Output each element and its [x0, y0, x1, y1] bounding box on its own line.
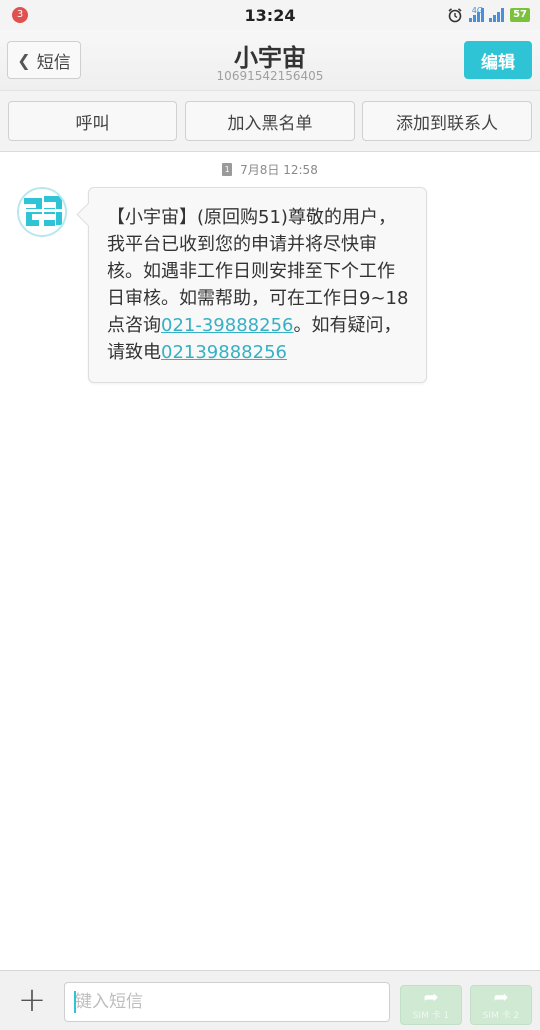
timestamp-text: 7月8日 12:58 — [240, 163, 318, 177]
call-button[interactable]: 呼叫 — [8, 101, 177, 141]
status-bar: 3 13:24 4G 57 — [0, 0, 540, 30]
avatar-logo-icon — [19, 196, 65, 226]
edit-button[interactable]: 编辑 — [464, 41, 532, 79]
send-icon: ➦ — [423, 987, 439, 1008]
message-bubble[interactable]: 【小宇宙】(原回购51)尊敬的用户，我平台已收到您的申请并将尽快审核。如遇非工作… — [88, 187, 427, 383]
blacklist-button[interactable]: 加入黑名单 — [185, 101, 355, 141]
send-icon: ➦ — [493, 987, 509, 1008]
send-sim2-label: SIM 卡 2 — [482, 1011, 520, 1021]
status-time: 13:24 — [244, 6, 296, 25]
composer-bar: + ➦ SIM 卡 1 ➦ SIM 卡 2 — [0, 970, 540, 1030]
phone-link-1[interactable]: 021-39888256 — [161, 315, 293, 336]
action-row: 呼叫 加入黑名单 添加到联系人 — [0, 90, 540, 152]
phone-link-2[interactable]: 02139888256 — [161, 342, 287, 363]
text-cursor — [74, 991, 76, 1013]
send-sim1-label: SIM 卡 1 — [412, 1011, 450, 1021]
plus-icon[interactable]: + — [14, 983, 50, 1019]
contact-name: 小宇宙 — [234, 44, 306, 72]
avatar[interactable] — [17, 187, 67, 237]
add-contact-button[interactable]: 添加到联系人 — [362, 101, 532, 141]
send-sim1-button[interactable]: ➦ SIM 卡 1 — [400, 985, 462, 1025]
message-input[interactable] — [64, 982, 390, 1022]
contact-number: 10691542156405 — [216, 69, 324, 83]
sms-icon: 1 — [222, 163, 233, 176]
message-timestamp: 1 7月8日 12:58 — [0, 161, 540, 178]
title-bar: ❮ 短信 小宇宙 10691542156405 编辑 — [0, 30, 540, 90]
send-sim2-button[interactable]: ➦ SIM 卡 2 — [470, 985, 532, 1025]
